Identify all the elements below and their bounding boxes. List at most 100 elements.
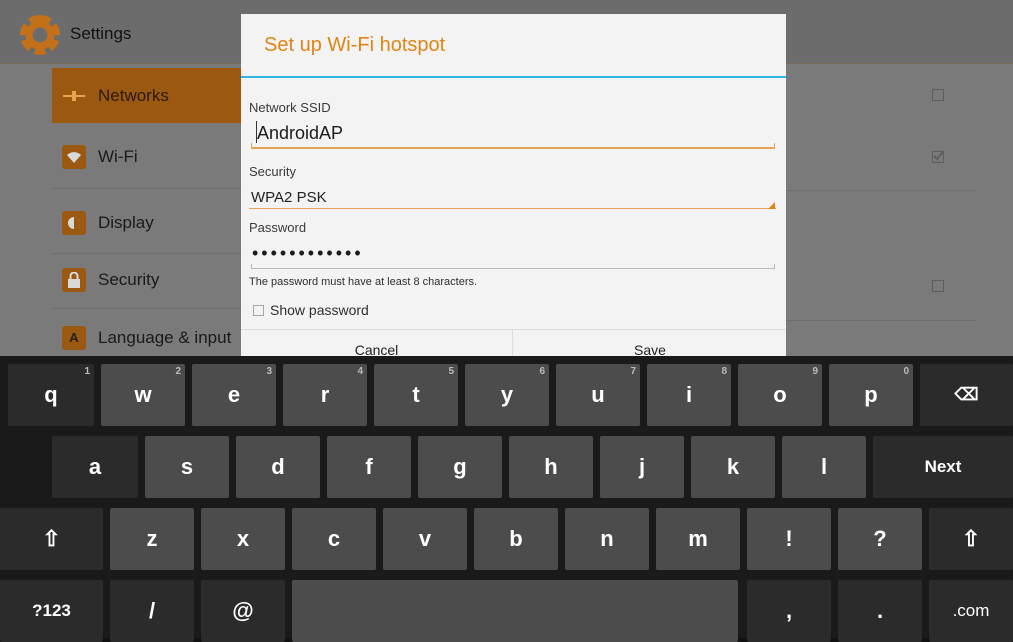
key-z[interactable]: z [110,508,194,570]
key-next[interactable]: Next [873,436,1013,498]
dialog-title: Set up Wi-Fi hotspot [264,34,446,56]
checkbox[interactable] [932,89,944,101]
key-space[interactable] [292,580,738,642]
key-e[interactable]: e3 [192,364,276,426]
key-label: c [327,526,341,551]
key-label: @ [232,598,254,623]
title-divider [241,76,786,78]
key-sub: 3 [266,366,272,377]
key-label: . [876,598,884,623]
key-h[interactable]: h [509,436,593,498]
key-at[interactable]: @ [201,580,285,642]
key-shift-right[interactable]: ⇧ [929,508,1013,570]
key-sub: 1 [84,366,90,377]
key-label: , [785,598,793,623]
show-password-checkbox[interactable]: Show password [253,302,369,318]
divider [786,190,976,191]
key-label: p [864,382,878,407]
checkbox-checked[interactable] [932,151,944,163]
key-o[interactable]: o9 [738,364,822,426]
key-v[interactable]: v [383,508,467,570]
key-sub: 5 [448,366,454,377]
sidebar-item-security[interactable]: Security [52,252,242,307]
key-label: y [500,382,514,407]
save-button[interactable]: Save [514,330,786,356]
key-g[interactable]: g [418,436,502,498]
key-f[interactable]: f [327,436,411,498]
key-k[interactable]: k [691,436,775,498]
key-sub: 0 [903,366,909,377]
key-n[interactable]: n [565,508,649,570]
key-w[interactable]: w2 [101,364,185,426]
key-label: w [134,382,152,407]
key-label: j [638,454,646,479]
key-label: s [180,454,194,479]
security-spinner[interactable]: WPA2 PSK [251,189,327,206]
key-p[interactable]: p0 [829,364,913,426]
sidebar-item-label: Networks [98,85,169,105]
sidebar-item-label: Language & input [98,327,232,347]
key-question[interactable]: ? [838,508,922,570]
wifi-hotspot-dialog: Set up Wi-Fi hotspot Network SSID Androi… [241,14,786,356]
key-label: k [726,454,740,479]
key-l[interactable]: l [782,436,866,498]
key-label: b [509,526,523,551]
key-y[interactable]: y6 [465,364,549,426]
key-t[interactable]: t5 [374,364,458,426]
display-icon [62,210,86,235]
key-label: o [773,382,787,407]
key-label: f [365,454,373,479]
password-hint: The password must have at least 8 charac… [249,276,478,288]
key-d[interactable]: d [236,436,320,498]
key-sub: 8 [721,366,727,377]
key-label: Next [924,457,962,476]
password-underline [251,264,775,269]
key-label: i [685,382,693,407]
dropdown-triangle-icon [768,202,775,209]
sidebar-item-label: Security [98,269,160,289]
key-i[interactable]: i8 [647,364,731,426]
key-label: ? [873,526,887,551]
key-x[interactable]: x [201,508,285,570]
settings-title: Settings [70,24,132,43]
key-label: n [600,526,614,551]
backspace-icon: ⌫ [954,385,979,404]
checkbox[interactable] [932,280,944,292]
key-label: e [227,382,241,407]
key-shift-left[interactable]: ⇧ [0,508,103,570]
key-b[interactable]: b [474,508,558,570]
checkbox-box[interactable] [253,304,264,316]
key-comma[interactable]: , [747,580,831,642]
sidebar-item-wifi[interactable]: Wi-Fi [52,129,242,184]
key-dotcom[interactable]: .com [929,580,1013,642]
password-input[interactable]: •••••••••••• [252,243,364,264]
ssid-input[interactable]: AndroidAP [257,123,343,144]
key-m[interactable]: m [656,508,740,570]
sidebar-item-label: Display [98,212,154,232]
divider [52,188,242,189]
key-period[interactable]: . [838,580,922,642]
key-s[interactable]: s [145,436,229,498]
key-u[interactable]: u7 [556,364,640,426]
cancel-button[interactable]: Cancel [241,330,513,356]
key-q[interactable]: q1 [8,364,94,426]
settings-gear-icon[interactable] [20,15,60,55]
key-symbols[interactable]: ?123 [0,580,103,642]
key-r[interactable]: r4 [283,364,367,426]
key-backspace[interactable]: ⌫ [920,364,1013,426]
divider [52,308,242,309]
key-a[interactable]: a [52,436,138,498]
sidebar-item-networks[interactable]: Networks [52,68,242,123]
show-password-label: Show password [270,302,369,318]
sidebar-item-language[interactable]: A Language & input [52,310,242,356]
key-label: ?123 [32,601,71,620]
key-j[interactable]: j [600,436,684,498]
key-label: x [236,526,250,551]
key-c[interactable]: c [292,508,376,570]
security-underline [249,208,776,209]
soft-keyboard: q1 w2 e3 r4 t5 y6 u7 i8 o9 p0 ⌫ a s d f … [0,356,1013,642]
key-label: m [688,526,708,551]
key-exclamation[interactable]: ! [747,508,831,570]
sidebar-item-display[interactable]: Display [52,195,242,250]
key-slash[interactable]: / [110,580,194,642]
